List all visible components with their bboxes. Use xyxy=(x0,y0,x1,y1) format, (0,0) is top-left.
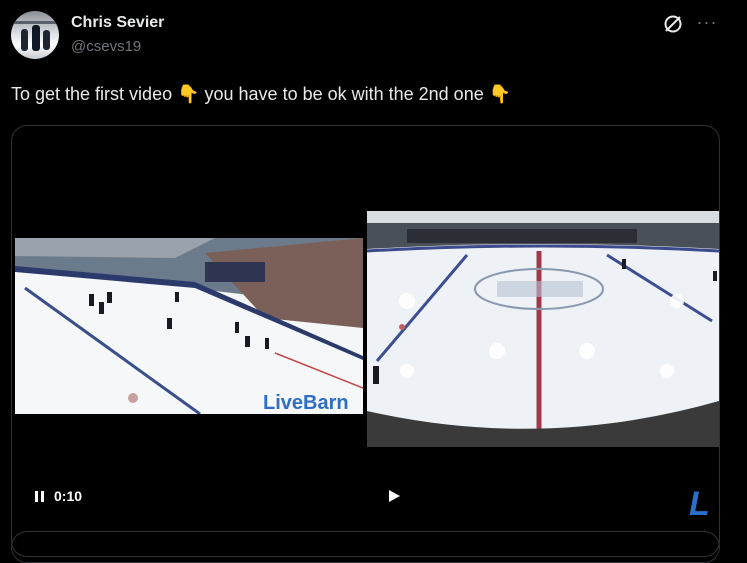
tweet-text: To get the first video 👇 you have to be … xyxy=(11,84,511,105)
avatar[interactable] xyxy=(11,11,59,59)
video-time-display: 0:10 xyxy=(35,488,82,504)
video-frame-left: LiveBarn xyxy=(15,238,363,414)
grok-icon[interactable] xyxy=(662,13,684,35)
video-player[interactable]: LiveBarn 0:10 L xyxy=(11,125,720,557)
play-icon[interactable] xyxy=(389,490,400,502)
point-down-emoji-icon: 👇 xyxy=(488,84,512,105)
avatar-figure xyxy=(43,30,50,50)
author-handle[interactable]: @csevs19 xyxy=(71,38,141,55)
pause-icon[interactable] xyxy=(35,490,44,502)
avatar-rail xyxy=(11,21,59,24)
rink-corner-view: LiveBarn xyxy=(15,238,363,414)
rink-overhead-view xyxy=(367,211,719,447)
tweet-text-part1: To get the first video xyxy=(11,84,178,104)
livebarn-corner-logo: L xyxy=(689,485,710,523)
author-name[interactable]: Chris Sevier xyxy=(71,14,164,32)
avatar-figure xyxy=(32,25,40,51)
watermark-left: LiveBarn xyxy=(263,392,349,414)
tweet-text-part2: you have to be ok with the 2nd one xyxy=(199,84,489,104)
more-icon[interactable]: ··· xyxy=(696,11,718,33)
point-down-emoji-icon: 👇 xyxy=(177,84,200,105)
avatar-figure xyxy=(21,29,28,51)
next-media-card xyxy=(11,531,720,563)
video-frame-right xyxy=(367,211,719,447)
video-time: 0:10 xyxy=(54,488,83,504)
